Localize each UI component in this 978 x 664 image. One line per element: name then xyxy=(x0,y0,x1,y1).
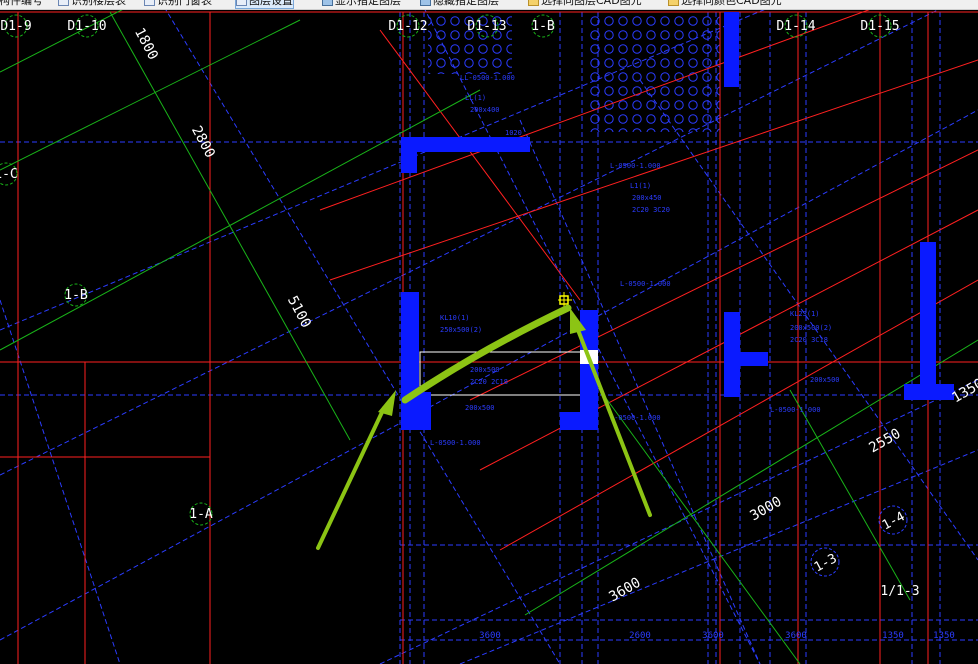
svg-text:L1(1): L1(1) xyxy=(630,182,651,190)
axis-bubble-d1-9[interactable]: D1-9 xyxy=(0,14,32,38)
svg-text:200x400: 200x400 xyxy=(470,106,500,114)
svg-text:KL10(1): KL10(1) xyxy=(440,314,470,322)
svg-text:L-0500-1.000: L-0500-1.000 xyxy=(620,280,671,288)
select-same-color-icon xyxy=(668,0,679,6)
svg-text:L-0500-1.000: L-0500-1.000 xyxy=(430,439,481,447)
select-same-layer-cad-button[interactable]: 选择同图层CAD图元 xyxy=(528,0,642,8)
svg-text:200x500: 200x500 xyxy=(810,376,840,384)
svg-text:3600: 3600 xyxy=(479,631,501,641)
axis-bubble-1-c[interactable]: 1-C xyxy=(0,162,18,186)
svg-text:D1-9: D1-9 xyxy=(0,19,31,34)
axis-label-1-1-3[interactable]: 1/1-3 xyxy=(880,584,919,599)
cad-toolbar: 构件编号 识别楼层表 识别门窗表 图层设置 显示指定图层 隐藏指定图层 选择同图… xyxy=(0,0,978,10)
show-layer-icon xyxy=(322,0,333,6)
svg-text:2C20 2C18: 2C20 2C18 xyxy=(470,378,508,386)
select-same-color-cad-button[interactable]: 选择同颜色CAD图元 xyxy=(668,0,782,8)
svg-text:1350: 1350 xyxy=(933,631,955,641)
select-same-layer-icon xyxy=(528,0,539,6)
layer-settings-icon xyxy=(236,0,247,6)
svg-text:L-0500-1.000: L-0500-1.000 xyxy=(770,406,821,414)
door-window-icon xyxy=(144,0,155,6)
svg-text:2C20 3C20: 2C20 3C20 xyxy=(632,206,670,214)
show-specified-layer-button[interactable]: 显示指定图层 xyxy=(322,0,401,8)
axis-bubble-d1-10[interactable]: D1-10 xyxy=(67,14,107,38)
svg-text:L-0500-1.000: L-0500-1.000 xyxy=(610,414,661,422)
axis-bubble-d1-15[interactable]: D1-15 xyxy=(860,14,900,38)
svg-text:1-B: 1-B xyxy=(531,19,555,34)
axis-bubble-d1-14[interactable]: D1-14 xyxy=(776,14,816,38)
svg-text:D1-13: D1-13 xyxy=(467,19,506,34)
identify-floor-table-button[interactable]: 识别楼层表 xyxy=(58,0,126,8)
axis-bubble-1-b-left[interactable]: 1-B xyxy=(64,283,88,307)
cad-drawing-canvas[interactable]: LL-0500-1.000 LL(1) 200x400 1020 L-0500-… xyxy=(0,9,978,664)
svg-text:1-A: 1-A xyxy=(189,507,213,522)
svg-text:1-B: 1-B xyxy=(64,288,88,303)
layer-settings-button[interactable]: 图层设置 xyxy=(235,0,294,9)
svg-text:200x500(2): 200x500(2) xyxy=(790,324,832,332)
svg-text:200x500: 200x500 xyxy=(470,366,500,374)
svg-text:D1-12: D1-12 xyxy=(388,19,427,34)
svg-text:D1-15: D1-15 xyxy=(860,19,899,34)
svg-text:D1-10: D1-10 xyxy=(67,19,106,34)
svg-text:3600: 3600 xyxy=(702,631,724,641)
svg-text:200x500: 200x500 xyxy=(465,404,495,412)
axis-bubble-1-a[interactable]: 1-A xyxy=(189,502,213,526)
axis-bubble-1-b-top[interactable]: 1-B xyxy=(531,14,555,38)
svg-text:1/1-3: 1/1-3 xyxy=(880,584,919,599)
svg-text:LL(1): LL(1) xyxy=(465,94,486,102)
table-icon xyxy=(58,0,69,6)
hide-layer-icon xyxy=(420,0,431,6)
svg-text:200x450: 200x450 xyxy=(632,194,662,202)
svg-text:2C20 3C18: 2C20 3C18 xyxy=(790,336,828,344)
svg-text:3600: 3600 xyxy=(785,631,807,641)
svg-text:1020: 1020 xyxy=(505,129,522,137)
component-number-button[interactable]: 构件编号 xyxy=(0,0,43,8)
axis-bubble-d1-13[interactable]: D1-13 xyxy=(467,14,507,38)
svg-text:2600: 2600 xyxy=(629,631,651,641)
svg-text:1350: 1350 xyxy=(882,631,904,641)
svg-text:1-C: 1-C xyxy=(0,167,18,182)
svg-text:L-0500-1.000: L-0500-1.000 xyxy=(610,162,661,170)
svg-text:LL-0500-1.000: LL-0500-1.000 xyxy=(460,74,515,82)
axis-bubble-d1-12[interactable]: D1-12 xyxy=(388,14,428,38)
hide-specified-layer-button[interactable]: 隐藏指定图层 xyxy=(420,0,499,8)
svg-text:KL23(1): KL23(1) xyxy=(790,310,820,318)
svg-text:D1-14: D1-14 xyxy=(776,19,815,34)
identify-door-window-table-button[interactable]: 识别门窗表 xyxy=(144,0,212,8)
svg-text:250x500(2): 250x500(2) xyxy=(440,326,482,334)
